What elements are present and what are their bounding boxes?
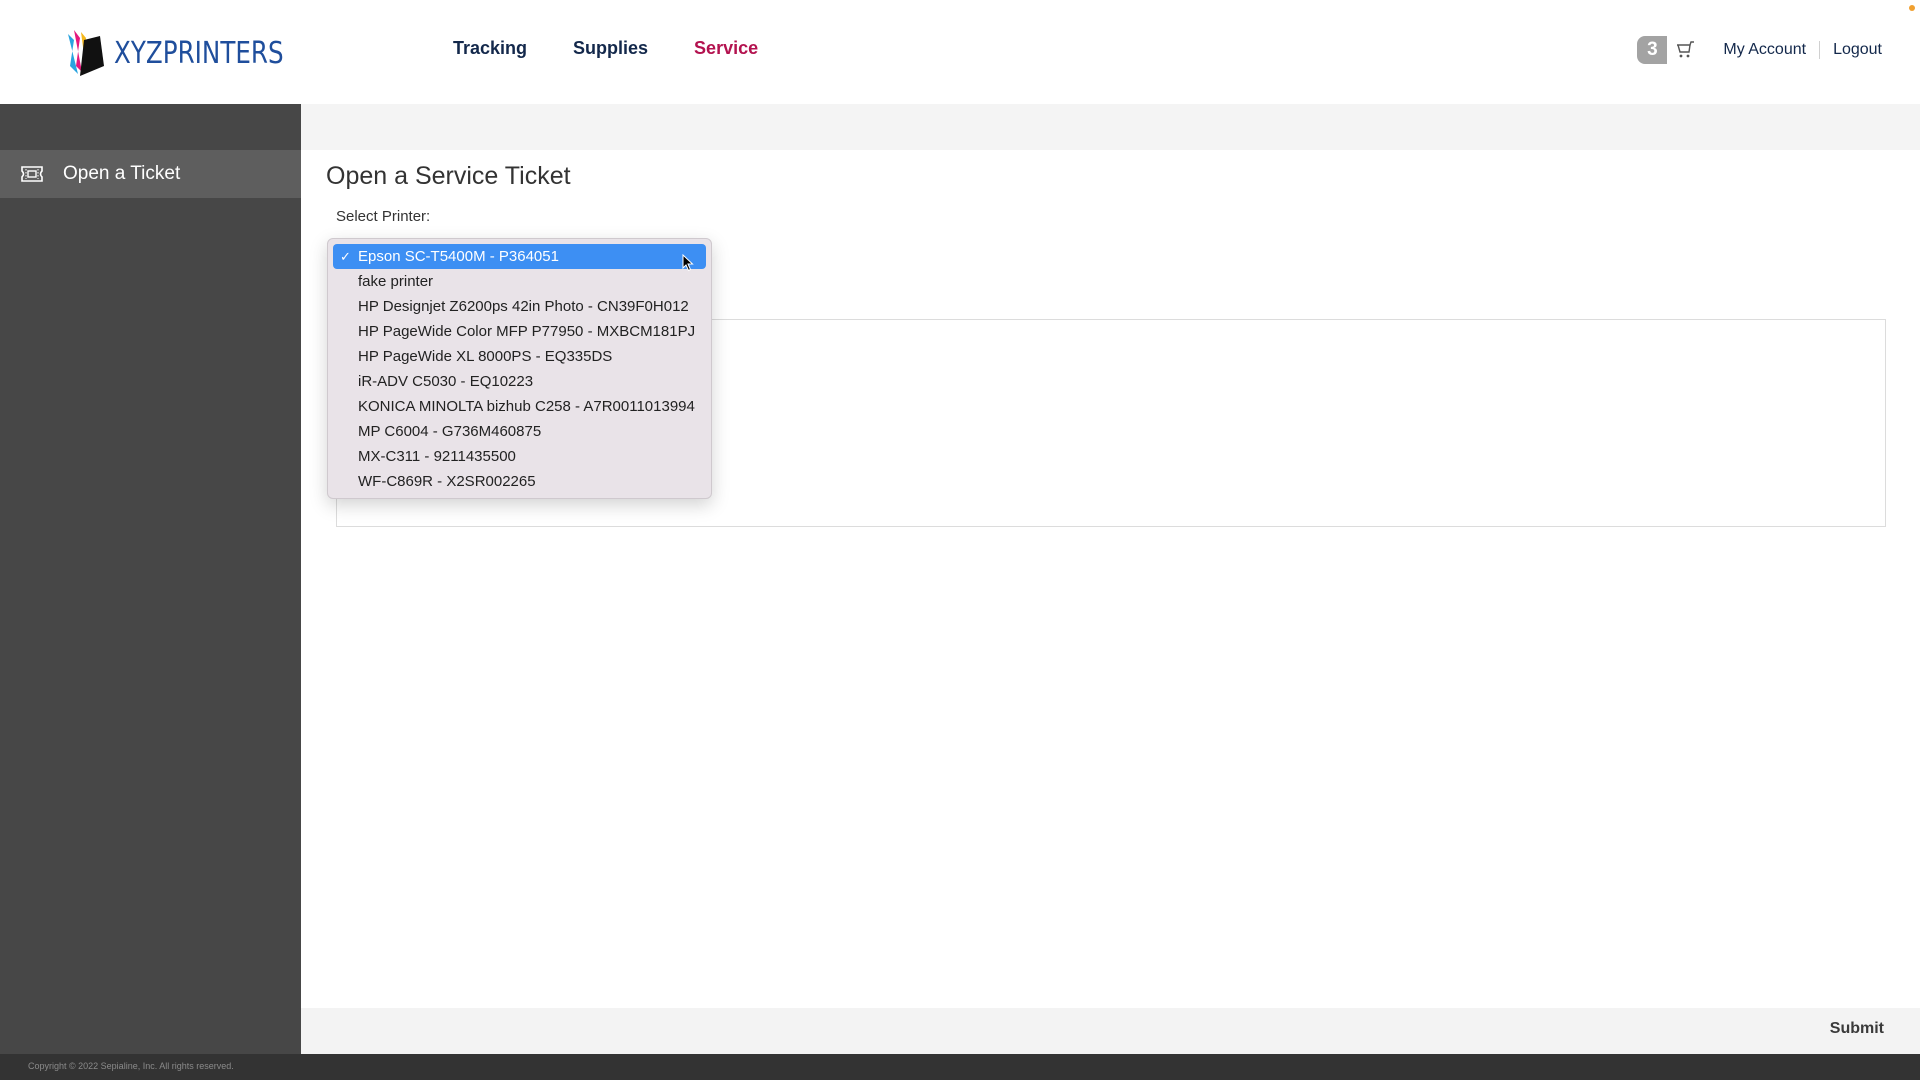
mouse-cursor-icon (682, 254, 694, 272)
cart-count-badge[interactable]: 3 (1637, 36, 1668, 64)
cart-icon[interactable] (1675, 40, 1695, 60)
printer-option[interactable]: MP C6004 - G736M460875 (333, 419, 706, 444)
page-title: Open a Service Ticket (326, 162, 571, 190)
account-area: 3 My Account Logout (1637, 36, 1882, 64)
submit-button[interactable]: Submit (1830, 1020, 1884, 1038)
logout-link[interactable]: Logout (1833, 41, 1882, 59)
printer-option[interactable]: MX-C311 - 9211435500 (333, 444, 706, 469)
page: XYZPRINTERS Tracking Supplies Service 3 … (0, 0, 1920, 1080)
divider (1819, 41, 1821, 59)
printer-select-dropdown[interactable]: ✓ Epson SC-T5400M - P364051 fake printer… (327, 238, 712, 499)
sidebar: Open a Ticket (0, 104, 301, 1054)
copyright-text: Copyright © 2022 Sepialine, Inc. All rig… (28, 1061, 234, 1071)
my-account-link[interactable]: My Account (1723, 41, 1806, 59)
printer-option-label: Epson SC-T5400M - P364051 (358, 248, 559, 265)
main-nav: Tracking Supplies Service (453, 38, 804, 59)
printer-option[interactable]: HP Designjet Z6200ps 42in Photo - CN39F0… (333, 294, 706, 319)
printer-option[interactable]: ✓ Epson SC-T5400M - P364051 (333, 244, 706, 269)
sidebar-item-open-ticket[interactable]: Open a Ticket (0, 150, 301, 198)
printer-option[interactable]: fake printer (333, 269, 706, 294)
brand-name: XYZPRINTERS (114, 35, 284, 71)
nav-supplies[interactable]: Supplies (573, 38, 648, 59)
footer: Copyright © 2022 Sepialine, Inc. All rig… (0, 1054, 1920, 1080)
nav-service[interactable]: Service (694, 38, 758, 59)
ticket-icon (21, 166, 43, 182)
notification-dot (1909, 5, 1915, 11)
printer-option[interactable]: WF-C869R - X2SR002265 (333, 469, 706, 494)
printer-option[interactable]: KONICA MINOLTA bizhub C258 - A7R00110139… (333, 394, 706, 419)
nav-tracking[interactable]: Tracking (453, 38, 527, 59)
logo-mark-icon (68, 30, 104, 76)
top-band (301, 104, 1920, 150)
printer-option[interactable]: HP PageWide XL 8000PS - EQ335DS (333, 344, 706, 369)
select-printer-label: Select Printer: (336, 208, 431, 225)
action-bar: Submit (301, 1008, 1920, 1054)
sidebar-item-label: Open a Ticket (63, 163, 181, 184)
header: XYZPRINTERS Tracking Supplies Service 3 … (0, 0, 1920, 104)
checkmark-icon: ✓ (340, 249, 351, 264)
printer-option[interactable]: iR-ADV C5030 - EQ10223 (333, 369, 706, 394)
logo[interactable]: XYZPRINTERS (64, 26, 321, 80)
printer-option[interactable]: HP PageWide Color MFP P77950 - MXBCM181P… (333, 319, 706, 344)
